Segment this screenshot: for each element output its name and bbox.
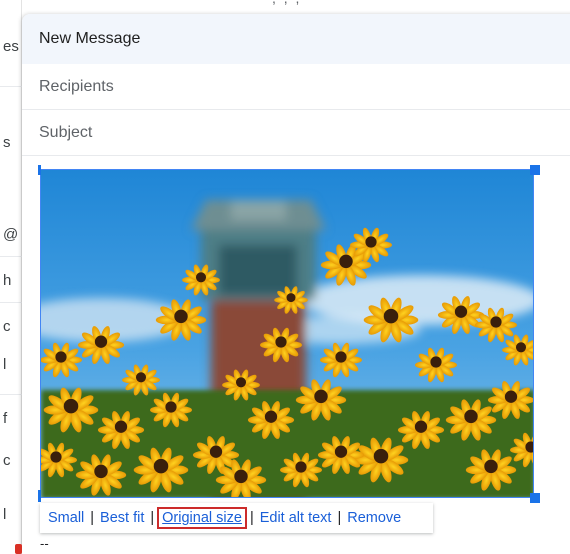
background-text: c bbox=[3, 318, 11, 335]
separator: | bbox=[337, 510, 342, 526]
background-page-top: , , , bbox=[22, 0, 570, 14]
edit-alt-text-link[interactable]: Edit alt text bbox=[260, 510, 332, 526]
best-fit-link[interactable]: Best fit bbox=[100, 510, 144, 526]
background-text: l bbox=[3, 356, 7, 373]
subject-field[interactable]: Subject bbox=[22, 110, 570, 156]
divider bbox=[0, 86, 22, 87]
subject-placeholder: Subject bbox=[39, 123, 93, 141]
small-size-link[interactable]: Small bbox=[48, 510, 84, 526]
separator: | bbox=[249, 510, 254, 526]
resize-handle-bottom-left[interactable] bbox=[38, 490, 41, 502]
compose-header[interactable]: New Message bbox=[22, 14, 570, 64]
resize-handle-top-left[interactable] bbox=[38, 165, 41, 175]
compose-title: New Message bbox=[39, 30, 141, 47]
original-size-link[interactable]: Original size bbox=[157, 507, 247, 529]
resize-handle-bottom-right[interactable] bbox=[530, 493, 540, 503]
image-size-toolbar: Small | Best fit | Original size | Edit … bbox=[40, 503, 433, 533]
compose-window: New Message Recipients Subject bbox=[22, 14, 570, 554]
divider bbox=[0, 394, 22, 395]
resize-handle-top-right[interactable] bbox=[530, 165, 540, 175]
divider bbox=[0, 302, 22, 303]
flower-photo bbox=[41, 170, 533, 497]
divider bbox=[0, 256, 22, 257]
recipients-field[interactable]: Recipients bbox=[22, 64, 570, 110]
background-text: c bbox=[3, 452, 11, 469]
background-text: h bbox=[3, 272, 12, 289]
separator: | bbox=[90, 510, 95, 526]
background-red-icon bbox=[15, 544, 22, 554]
separator: | bbox=[150, 510, 155, 526]
signature-dashes: -- bbox=[40, 536, 49, 551]
background-text: f bbox=[3, 410, 8, 427]
background-text: @ bbox=[3, 226, 19, 243]
background-text: es bbox=[3, 38, 19, 55]
remove-image-link[interactable]: Remove bbox=[347, 510, 401, 526]
recipients-placeholder: Recipients bbox=[39, 77, 114, 95]
inline-image[interactable] bbox=[40, 169, 534, 498]
background-text: s bbox=[3, 134, 11, 151]
background-page-edge: es s @ h c l f c l bbox=[0, 0, 22, 554]
background-text: l bbox=[3, 506, 7, 523]
